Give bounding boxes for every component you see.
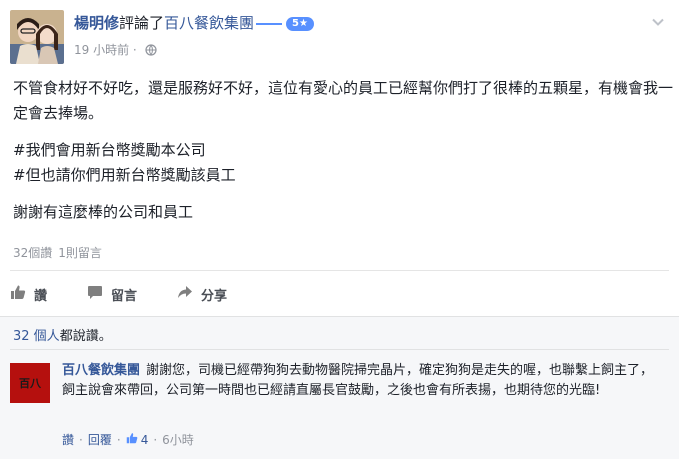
- engagement-counts: 32個讚 1則留言: [13, 244, 108, 261]
- author-name[interactable]: 楊明修: [74, 14, 119, 32]
- comment-like-number: 4: [140, 432, 149, 447]
- comment-actions: 讚 · 回覆 · 4 · 6小時: [62, 431, 194, 448]
- post-header: 楊明修評論了百八餐飲集團 5★: [74, 12, 314, 33]
- hashtag[interactable]: #我們會用新台幣獎勵本公司: [13, 138, 673, 163]
- comment-bubble-icon: [87, 284, 111, 304]
- comment-like-count[interactable]: 4: [126, 432, 149, 447]
- page-name-link[interactable]: 百八餐飲集團: [164, 14, 254, 32]
- likers-link[interactable]: 32 個人: [13, 329, 60, 344]
- share-button[interactable]: 分享: [177, 280, 227, 308]
- thumbs-up-icon: [10, 284, 34, 304]
- review-paragraph: 不管食材好不好吃，還是服務好不好，這位有愛心的員工已經幫你們打了很棒的五顆星，有…: [13, 79, 674, 122]
- post-meta: 19 小時前 ·: [74, 41, 157, 59]
- comment-time[interactable]: 6小時: [162, 431, 194, 448]
- likes-summary: 32 個人都說讚。: [13, 325, 112, 344]
- chevron-down-icon[interactable]: [651, 14, 665, 28]
- divider: [10, 270, 669, 271]
- like-label: 讚: [34, 288, 48, 304]
- comment-count[interactable]: 1則留言: [58, 246, 102, 260]
- like-count[interactable]: 32個讚: [13, 246, 52, 260]
- share-label: 分享: [201, 288, 228, 304]
- timestamp[interactable]: 19 小時前: [74, 43, 129, 57]
- comment-reply-link[interactable]: 回覆: [88, 431, 112, 448]
- review-text: 不管食材好不好吃，還是服務好不好，這位有愛心的員工已經幫你們打了很棒的五顆星，有…: [13, 76, 673, 237]
- globe-icon[interactable]: [144, 44, 157, 59]
- review-post: 楊明修評論了百八餐飲集團 5★ 19 小時前 · 不管食材好不好吃，還是服務好不好…: [0, 0, 679, 459]
- comment-text: 謝謝您，司機已經帶狗狗去動物醫院掃完晶片，確定狗狗是走失的喔，也聯繫上飼主了，飼…: [62, 363, 654, 398]
- comment-label: 留言: [111, 288, 138, 304]
- divider: [10, 349, 669, 350]
- rating-badge: 5★: [286, 16, 314, 31]
- reply-comment: 百八餐飲集團 謝謝您，司機已經帶狗狗去動物醫院掃完晶片，確定狗狗是走失的喔，也聯繫…: [62, 361, 662, 401]
- page-avatar-logo: 百八: [19, 377, 42, 390]
- comment-author[interactable]: 百八餐飲集團: [62, 363, 140, 378]
- comments-panel: 32 個人都說讚。 百八 百八餐飲集團 謝謝您，司機已經帶狗狗去動物醫院掃完晶片，…: [0, 316, 679, 459]
- action-bar: 讚 留言 分享: [10, 280, 267, 308]
- share-arrow-icon: [177, 284, 201, 304]
- post-action: 評論了: [119, 14, 165, 32]
- comment-button[interactable]: 留言: [87, 280, 137, 308]
- comment-like-link[interactable]: 讚: [62, 431, 74, 448]
- thumbs-up-icon: [126, 432, 141, 447]
- review-paragraph: 謝謝有這麼棒的公司和員工: [13, 203, 194, 221]
- page-avatar[interactable]: 百八: [10, 363, 50, 403]
- like-button[interactable]: 讚: [10, 280, 47, 308]
- rating-connector: [256, 22, 283, 25]
- hashtag[interactable]: #但也請你們用新台幣獎勵該員工: [13, 163, 673, 188]
- author-avatar[interactable]: [10, 10, 64, 64]
- likes-suffix: 都說讚。: [59, 329, 112, 344]
